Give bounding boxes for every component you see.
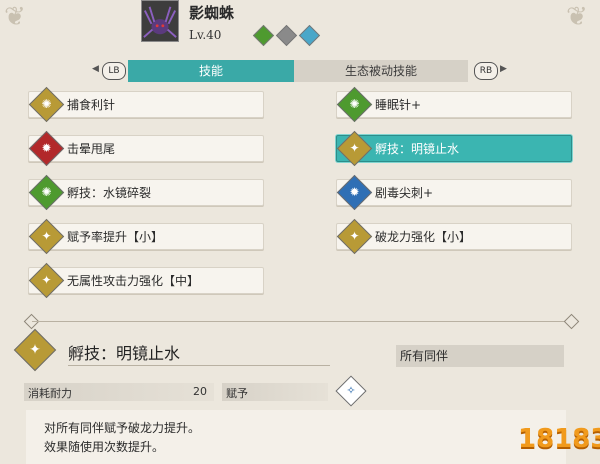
tab-right-arrow-icon: ▶ [500,64,507,74]
type-label: 赋予 [226,387,248,400]
green-burst-icon: ✺ [336,86,373,123]
skill-label: 睡眠针+ [375,98,422,112]
monster-portrait [141,0,179,42]
corner-ornament: ❦ [566,2,588,32]
divider-ornament-icon [563,313,580,330]
skill-label: 捕食利针 [67,98,116,112]
corner-ornament: ❦ [4,2,26,32]
red-spike-icon: ✹ [28,130,65,167]
skill-label: 剧毒尖刺+ [375,186,434,200]
tab-skills[interactable]: 技能 [128,60,294,82]
yellow-figure-icon: ✦ [336,130,373,167]
skill-label: 击晕甩尾 [67,142,116,156]
yellow-figure-icon: ✦ [13,328,57,372]
skill-item[interactable]: ✦ 破龙力强化【小】 [336,218,572,255]
monster-level: Lv.40 [189,28,222,42]
stamina-label: 消耗耐力 [28,387,72,400]
tab-eco-passive-skills[interactable]: 生态被动技能 [294,60,468,82]
green-burst-icon: ✺ [28,174,65,211]
skill-item[interactable]: ✺ 孵技：水镜碎裂 [28,174,264,211]
description-line: 效果随使用次数提升。 [44,440,165,454]
section-divider [32,321,572,322]
stone-element-icon [275,24,298,47]
skill-label: 孵技：明镜止水 [375,142,460,156]
skill-item[interactable]: ✹ 击晕甩尾 [28,130,264,167]
watermark-text: 18183 [518,424,600,454]
title-underline [68,365,330,366]
tab-left-arrow-icon: ◀ [92,64,99,74]
skill-item[interactable]: ✦ 无属性攻击力强化【中】 [28,262,264,299]
skill-item[interactable]: ✺ 捕食利针 [28,86,264,123]
skill-label: 无属性攻击力强化【中】 [67,274,200,288]
yellow-figure-icon: ✦ [28,218,65,255]
target-label: 所有同伴 [396,345,564,367]
blue-spike-icon: ✹ [336,174,373,211]
skill-item[interactable]: ✹ 剧毒尖刺+ [336,174,572,211]
skill-item-selected[interactable]: ✦ 孵技：明镜止水 [336,130,572,167]
yellow-figure-icon: ✦ [28,262,65,299]
spider-monster-icon [142,1,178,41]
rb-button[interactable]: RB [474,62,498,80]
skill-label: 孵技：水镜碎裂 [67,186,152,200]
yellow-figure-icon: ✦ [336,218,373,255]
skill-item[interactable]: ✦ 赋予率提升【小】 [28,218,264,255]
skill-item[interactable]: ✺ 睡眠针+ [336,86,572,123]
yellow-burst-icon: ✺ [28,86,65,123]
watermark-logo: 18183 [518,418,600,464]
buff-type-icon: ✧ [335,375,367,407]
water-element-icon [298,24,321,47]
grass-element-icon [252,24,275,47]
skill-label: 破龙力强化【小】 [375,230,472,244]
skill-label: 赋予率提升【小】 [67,230,164,244]
stamina-value: 20 [193,385,207,398]
description-line: 对所有同伴赋予破龙力提升。 [44,421,201,435]
lb-button[interactable]: LB [102,62,126,80]
detail-title: 孵技：明镜止水 [68,344,181,363]
monster-name: 影蜘蛛 [189,4,235,22]
